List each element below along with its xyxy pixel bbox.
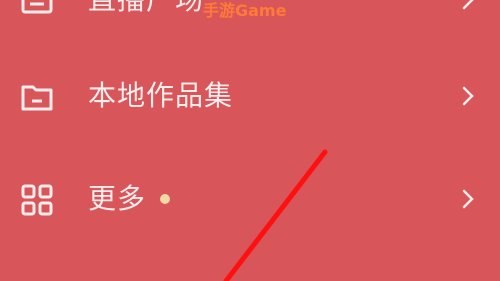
watermark-text: 手游Game xyxy=(203,1,287,20)
chevron-right-icon xyxy=(460,82,476,110)
menu-item-label: 直播广场 xyxy=(88,0,204,20)
menu-item-more[interactable]: 更多 xyxy=(0,151,500,247)
menu-item-label: 本地作品集 xyxy=(88,79,234,112)
grid-icon xyxy=(20,183,54,217)
notification-dot xyxy=(160,194,170,204)
chevron-right-icon xyxy=(460,0,476,14)
folder-icon xyxy=(20,80,54,114)
tv-icon xyxy=(20,0,54,18)
chevron-right-icon xyxy=(460,185,476,213)
menu-item-local-works[interactable]: 本地作品集 xyxy=(0,48,500,144)
menu-item-label: 更多 xyxy=(88,182,147,215)
